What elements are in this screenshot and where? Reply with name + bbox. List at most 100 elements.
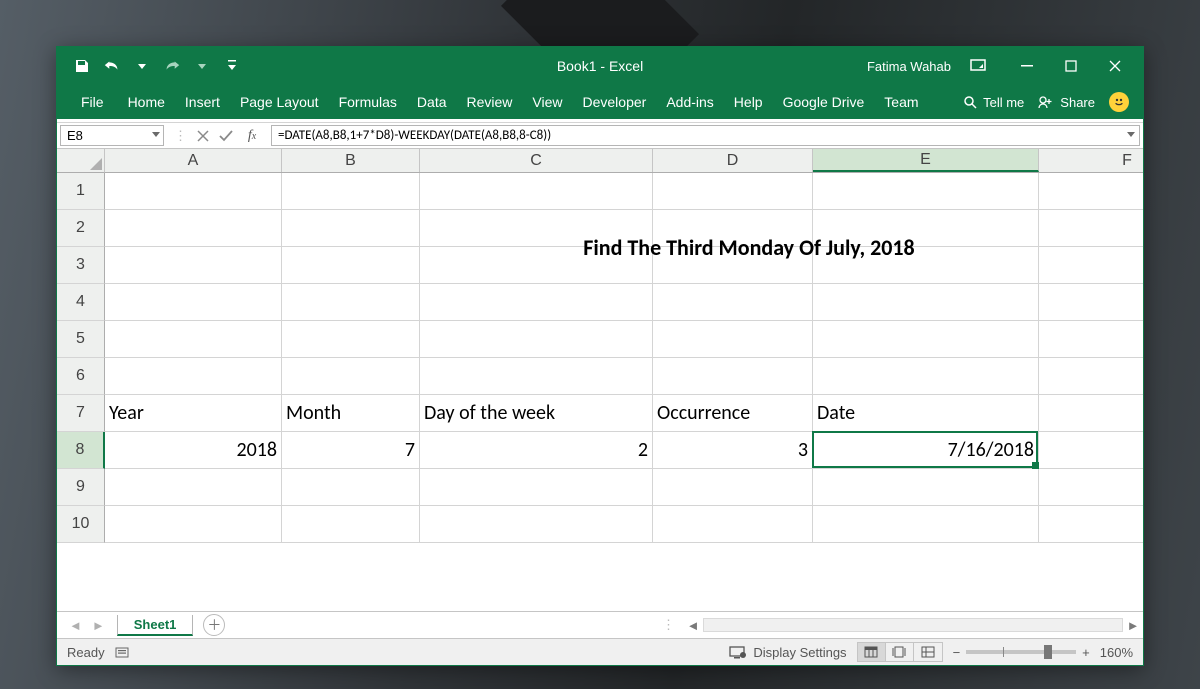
cell-A8[interactable]: 2018 — [105, 432, 282, 469]
cell-B6[interactable] — [282, 358, 420, 395]
column-header-A[interactable]: A — [105, 149, 282, 172]
tab-insert[interactable]: Insert — [175, 85, 230, 119]
cell-C10[interactable] — [420, 506, 653, 543]
scroll-right-icon[interactable]: ► — [1123, 617, 1143, 633]
undo-dropdown-icon[interactable] — [133, 57, 151, 75]
cell-F10[interactable] — [1039, 506, 1143, 543]
insert-function-icon[interactable]: fx — [243, 128, 261, 144]
zoom-track[interactable] — [966, 650, 1076, 654]
cell-C1[interactable] — [420, 173, 653, 210]
horizontal-scroll-track[interactable] — [703, 618, 1123, 632]
cell-D5[interactable] — [653, 321, 813, 358]
cell-E1[interactable] — [813, 173, 1039, 210]
column-header-C[interactable]: C — [420, 149, 653, 172]
tab-home[interactable]: Home — [118, 85, 175, 119]
cell-A4[interactable] — [105, 284, 282, 321]
tab-page-layout[interactable]: Page Layout — [230, 85, 329, 119]
cell-E6[interactable] — [813, 358, 1039, 395]
maximize-button[interactable] — [1049, 47, 1093, 85]
cell-F7[interactable] — [1039, 395, 1143, 432]
cell-A6[interactable] — [105, 358, 282, 395]
cell-C4[interactable] — [420, 284, 653, 321]
tab-split-handle-icon[interactable]: ⋮ — [662, 617, 683, 633]
tab-view[interactable]: View — [522, 85, 572, 119]
row-header-4[interactable]: 4 — [57, 284, 105, 321]
sheet-nav-prev-icon[interactable]: ◄ — [69, 618, 82, 633]
cell-E10[interactable] — [813, 506, 1039, 543]
row-header-5[interactable]: 5 — [57, 321, 105, 358]
worksheet-grid[interactable]: ABCDEF 12345678910 Find The Third Monday… — [57, 149, 1143, 611]
cell-B7[interactable]: Month — [282, 395, 420, 432]
tab-review[interactable]: Review — [457, 85, 523, 119]
formula-input[interactable]: =DATE(A8,B8,1+7*D8)-WEEKDAY(DATE(A8,B8,8… — [271, 125, 1140, 146]
row-header-6[interactable]: 6 — [57, 358, 105, 395]
horizontal-scrollbar[interactable]: ⋮ ◄ ► — [662, 617, 1143, 633]
cell-B5[interactable] — [282, 321, 420, 358]
cell-D8[interactable]: 3 — [653, 432, 813, 469]
row-header-10[interactable]: 10 — [57, 506, 105, 543]
cancel-formula-icon[interactable] — [197, 130, 209, 142]
qat-customize-icon[interactable] — [223, 57, 241, 75]
cell-B4[interactable] — [282, 284, 420, 321]
tab-developer[interactable]: Developer — [573, 85, 657, 119]
cell-C8[interactable]: 2 — [420, 432, 653, 469]
tab-formulas[interactable]: Formulas — [329, 85, 407, 119]
row-header-2[interactable]: 2 — [57, 210, 105, 247]
zoom-in-button[interactable]: + — [1082, 645, 1090, 660]
name-box[interactable]: E8 — [60, 125, 164, 146]
cell-area[interactable]: Find The Third Monday Of July, 2018 Year… — [105, 173, 1143, 611]
share-button[interactable]: Share — [1038, 95, 1095, 110]
column-header-D[interactable]: D — [653, 149, 813, 172]
cell-F8[interactable] — [1039, 432, 1143, 469]
cell-D4[interactable] — [653, 284, 813, 321]
cell-D6[interactable] — [653, 358, 813, 395]
row-header-8[interactable]: 8 — [57, 432, 105, 469]
cell-B9[interactable] — [282, 469, 420, 506]
page-layout-view-button[interactable] — [886, 643, 914, 661]
row-header-9[interactable]: 9 — [57, 469, 105, 506]
tab-help[interactable]: Help — [724, 85, 773, 119]
redo-icon[interactable] — [163, 57, 181, 75]
close-button[interactable] — [1093, 47, 1137, 85]
row-header-1[interactable]: 1 — [57, 173, 105, 210]
account-name[interactable]: Fatima Wahab — [867, 59, 951, 74]
column-header-B[interactable]: B — [282, 149, 420, 172]
ribbon-display-options-icon[interactable] — [969, 57, 987, 75]
cell-B8[interactable]: 7 — [282, 432, 420, 469]
formula-expand-icon[interactable] — [1126, 129, 1136, 139]
tab-google-drive[interactable]: Google Drive — [773, 85, 875, 119]
redo-dropdown-icon[interactable] — [193, 57, 211, 75]
zoom-percent[interactable]: 160% — [1100, 645, 1133, 660]
sheet-tab-active[interactable]: Sheet1 — [117, 615, 194, 636]
row-headers[interactable]: 12345678910 — [57, 173, 105, 611]
undo-icon[interactable] — [103, 57, 121, 75]
cell-E7[interactable]: Date — [813, 395, 1039, 432]
cell-F5[interactable] — [1039, 321, 1143, 358]
zoom-slider[interactable]: − + — [953, 645, 1090, 660]
column-header-E[interactable]: E — [813, 149, 1039, 172]
cell-A7[interactable]: Year — [105, 395, 282, 432]
scroll-left-icon[interactable]: ◄ — [683, 617, 703, 633]
cell-C9[interactable] — [420, 469, 653, 506]
tab-data[interactable]: Data — [407, 85, 457, 119]
cell-F6[interactable] — [1039, 358, 1143, 395]
cell-D9[interactable] — [653, 469, 813, 506]
cell-D1[interactable] — [653, 173, 813, 210]
cell-E9[interactable] — [813, 469, 1039, 506]
new-sheet-button[interactable]: ＋ — [203, 614, 225, 636]
cell-F9[interactable] — [1039, 469, 1143, 506]
macro-record-icon[interactable] — [115, 645, 131, 659]
cell-F4[interactable] — [1039, 284, 1143, 321]
cell-C6[interactable] — [420, 358, 653, 395]
cell-D7[interactable]: Occurrence — [653, 395, 813, 432]
cell-E4[interactable] — [813, 284, 1039, 321]
enter-formula-icon[interactable] — [219, 130, 233, 142]
display-settings-button[interactable]: Display Settings — [729, 645, 846, 660]
cell-A1[interactable] — [105, 173, 282, 210]
cell-A2[interactable] — [105, 210, 282, 247]
more-icon[interactable]: ⋮ — [174, 128, 187, 144]
select-all-corner[interactable] — [57, 149, 105, 173]
tab-file[interactable]: File — [67, 85, 118, 119]
save-icon[interactable] — [73, 57, 91, 75]
cell-A5[interactable] — [105, 321, 282, 358]
